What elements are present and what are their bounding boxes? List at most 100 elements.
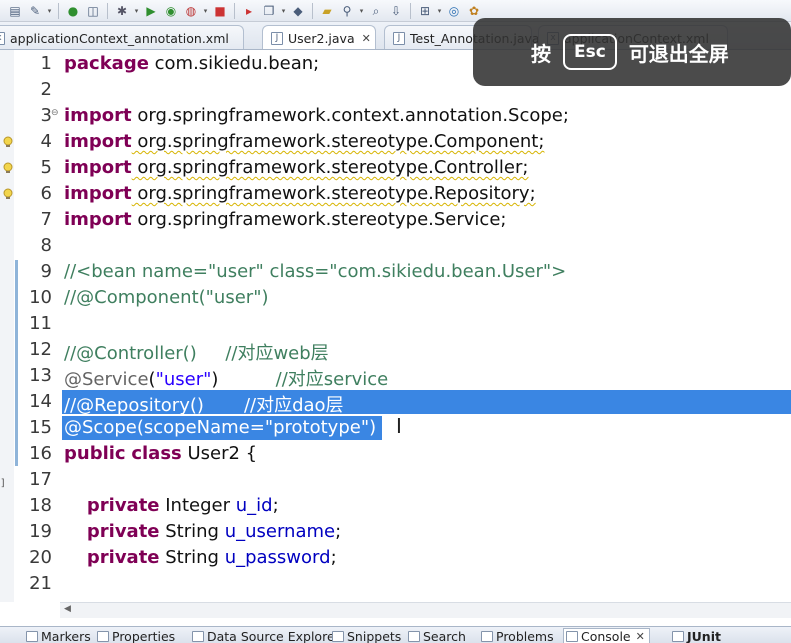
dropdown-arrow-icon[interactable]: ▾ — [46, 7, 53, 15]
warning-lightbulb-icon[interactable] — [2, 188, 14, 200]
horizontal-scrollbar[interactable]: ◀ — [60, 602, 791, 618]
code-line[interactable]: 9 //<bean name="user" class="com.sikiedu.… — [0, 259, 791, 285]
code-line[interactable]: 20 private String u_password; — [0, 545, 791, 571]
code-text: import org.springframework.stereotype.Re… — [64, 183, 536, 204]
code-token: org.springframework.stereotype.Service; — [131, 209, 507, 230]
code-text: public class User2 { — [64, 443, 257, 464]
scroll-left-icon[interactable]: ◀ — [64, 604, 71, 614]
dropdown-arrow-icon[interactable]: ▾ — [280, 7, 287, 15]
dropdown-arrow-icon[interactable]: ▾ — [358, 7, 365, 15]
editor-tab-label: applicationContext_annotation.xml — [10, 30, 229, 46]
code-line[interactable]: 13 @Service("user") //对应service — [0, 363, 791, 390]
code-token: com.sikiedu.bean; — [148, 53, 320, 74]
properties-view-icon — [97, 630, 109, 642]
fold-toggle-icon[interactable]: ⊖ — [51, 108, 59, 118]
code-token: org.springframework.context.annotation.S… — [131, 105, 569, 126]
dropdown-arrow-icon[interactable]: ▾ — [133, 7, 140, 15]
hint-press-label: 按 — [531, 41, 551, 66]
search-view-icon — [408, 630, 420, 642]
junit-view-icon — [672, 630, 684, 642]
code-token: private — [86, 495, 160, 516]
close-view-icon[interactable]: ✕ — [636, 630, 645, 643]
code-line[interactable]: 21 — [0, 571, 791, 597]
view-tab-problems[interactable]: Problems — [479, 628, 554, 643]
code-line[interactable]: 7 import org.springframework.stereotype.S… — [0, 207, 791, 233]
code-token: org.springframework.stereotype.Component… — [131, 131, 545, 152]
line-number: 11 — [29, 313, 52, 334]
line-number: 7 — [40, 209, 52, 230]
run-icon[interactable]: ▶ — [142, 2, 160, 20]
code-line[interactable]: 12 //@Controller() //对应web层 — [0, 337, 791, 364]
code-token: //@Controller() //对应web层 — [64, 343, 329, 364]
code-line[interactable]: 6 import org.springframework.stereotype.R… — [0, 181, 791, 207]
code-line[interactable]: 3 ⊖ import org.springframework.context.ann… — [0, 103, 791, 129]
perspective-icon[interactable]: ⊞ — [416, 2, 434, 20]
code-token: @Scope(scopeName="prototype") — [64, 417, 377, 438]
line-number: 3 — [40, 105, 52, 126]
code-line[interactable]: 16 public class User2 { — [0, 441, 791, 467]
open-folder-icon[interactable]: ▰ — [318, 2, 336, 20]
view-tab-junit[interactable]: JUnit — [670, 628, 721, 643]
view-tab-console[interactable]: Console ✕ — [563, 628, 650, 643]
code-token: import — [64, 183, 132, 204]
code-editor[interactable]: 1 package com.sikiedu.bean; 2 3 ⊖ import org.… — [0, 50, 791, 602]
line-number: 9 — [40, 261, 52, 282]
open-type-icon[interactable]: ◫ — [84, 2, 102, 20]
editor-tab-applicationcontext-annotation-xml[interactable]: x applicationContext_annotation.xml — [0, 25, 244, 49]
code-line[interactable]: 11 — [0, 311, 791, 337]
stop-icon[interactable]: ■ — [211, 2, 229, 20]
code-line[interactable]: 4 import org.springframework.stereotype.C… — [0, 129, 791, 155]
code-token: u_username — [224, 521, 336, 542]
refactor-icon[interactable]: ✎ — [26, 2, 44, 20]
code-text: private String u_username; — [64, 521, 341, 542]
view-tab-snippets[interactable]: Snippets — [330, 628, 401, 643]
external-tools-icon[interactable]: ▸ — [240, 2, 258, 20]
view-tab-label: JUnit — [687, 628, 721, 643]
line-number: 2 — [40, 79, 52, 100]
close-tab-icon[interactable]: ✕ — [362, 32, 371, 45]
search-icon[interactable]: ⌕ — [367, 2, 385, 20]
console-view-icon — [566, 631, 578, 642]
code-line[interactable]: 17 — [0, 467, 791, 493]
view-tab-data-source-explorer[interactable]: Data Source Explorer — [190, 628, 340, 643]
line-number: 16 — [29, 443, 52, 464]
new-icon[interactable]: ❐ — [260, 2, 278, 20]
pin-icon[interactable]: ⚲ — [338, 2, 356, 20]
warning-lightbulb-icon[interactable] — [2, 136, 14, 148]
toolbar-separator — [312, 2, 313, 19]
code-line[interactable]: 14 //@Repository() //对应dao层 — [0, 389, 791, 416]
dropdown-arrow-icon[interactable]: ▾ — [202, 7, 209, 15]
view-tab-properties[interactable]: Properties — [95, 628, 175, 643]
line-number: 15 — [29, 417, 52, 438]
next-annotation-icon[interactable]: ⇩ — [387, 2, 405, 20]
annotation-icon[interactable]: ◆ — [289, 2, 307, 20]
line-number: 19 — [29, 521, 52, 542]
warning-lightbulb-icon[interactable] — [2, 162, 14, 174]
run-config-icon[interactable]: ◉ — [162, 2, 180, 20]
code-line[interactable]: 5 import org.springframework.stereotype.C… — [0, 155, 791, 181]
code-token: User2 { — [181, 443, 258, 464]
code-line[interactable]: 18 private Integer u_id; — [0, 493, 791, 519]
view-tab-label: Data Source Explorer — [207, 628, 340, 643]
coverage-icon[interactable]: ◍ — [182, 2, 200, 20]
code-line[interactable]: 10 //@Component("user") — [0, 285, 791, 311]
view-tab-search[interactable]: Search — [406, 628, 466, 643]
globe-icon[interactable]: ◎ — [445, 2, 463, 20]
debug-icon[interactable]: ● — [64, 2, 82, 20]
palette-icon[interactable]: ✿ — [465, 2, 483, 20]
view-tab-markers[interactable]: Markers — [24, 628, 91, 643]
code-line[interactable]: 8 — [0, 233, 791, 259]
hint-exit-label: 可退出全屏 — [628, 41, 729, 66]
bug-icon[interactable]: ✱ — [113, 2, 131, 20]
markers-view-icon — [26, 630, 38, 642]
view-tab-label: Problems — [496, 628, 554, 643]
line-number: 6 — [40, 183, 52, 204]
code-token: String — [159, 547, 225, 568]
dropdown-arrow-icon[interactable]: ▾ — [436, 7, 443, 15]
code-line[interactable]: 19 private String u_username; — [0, 519, 791, 545]
editor-tab-user2-java[interactable]: J User2.java ✕ — [262, 25, 376, 49]
save-all-icon[interactable]: ▤ — [6, 2, 24, 20]
